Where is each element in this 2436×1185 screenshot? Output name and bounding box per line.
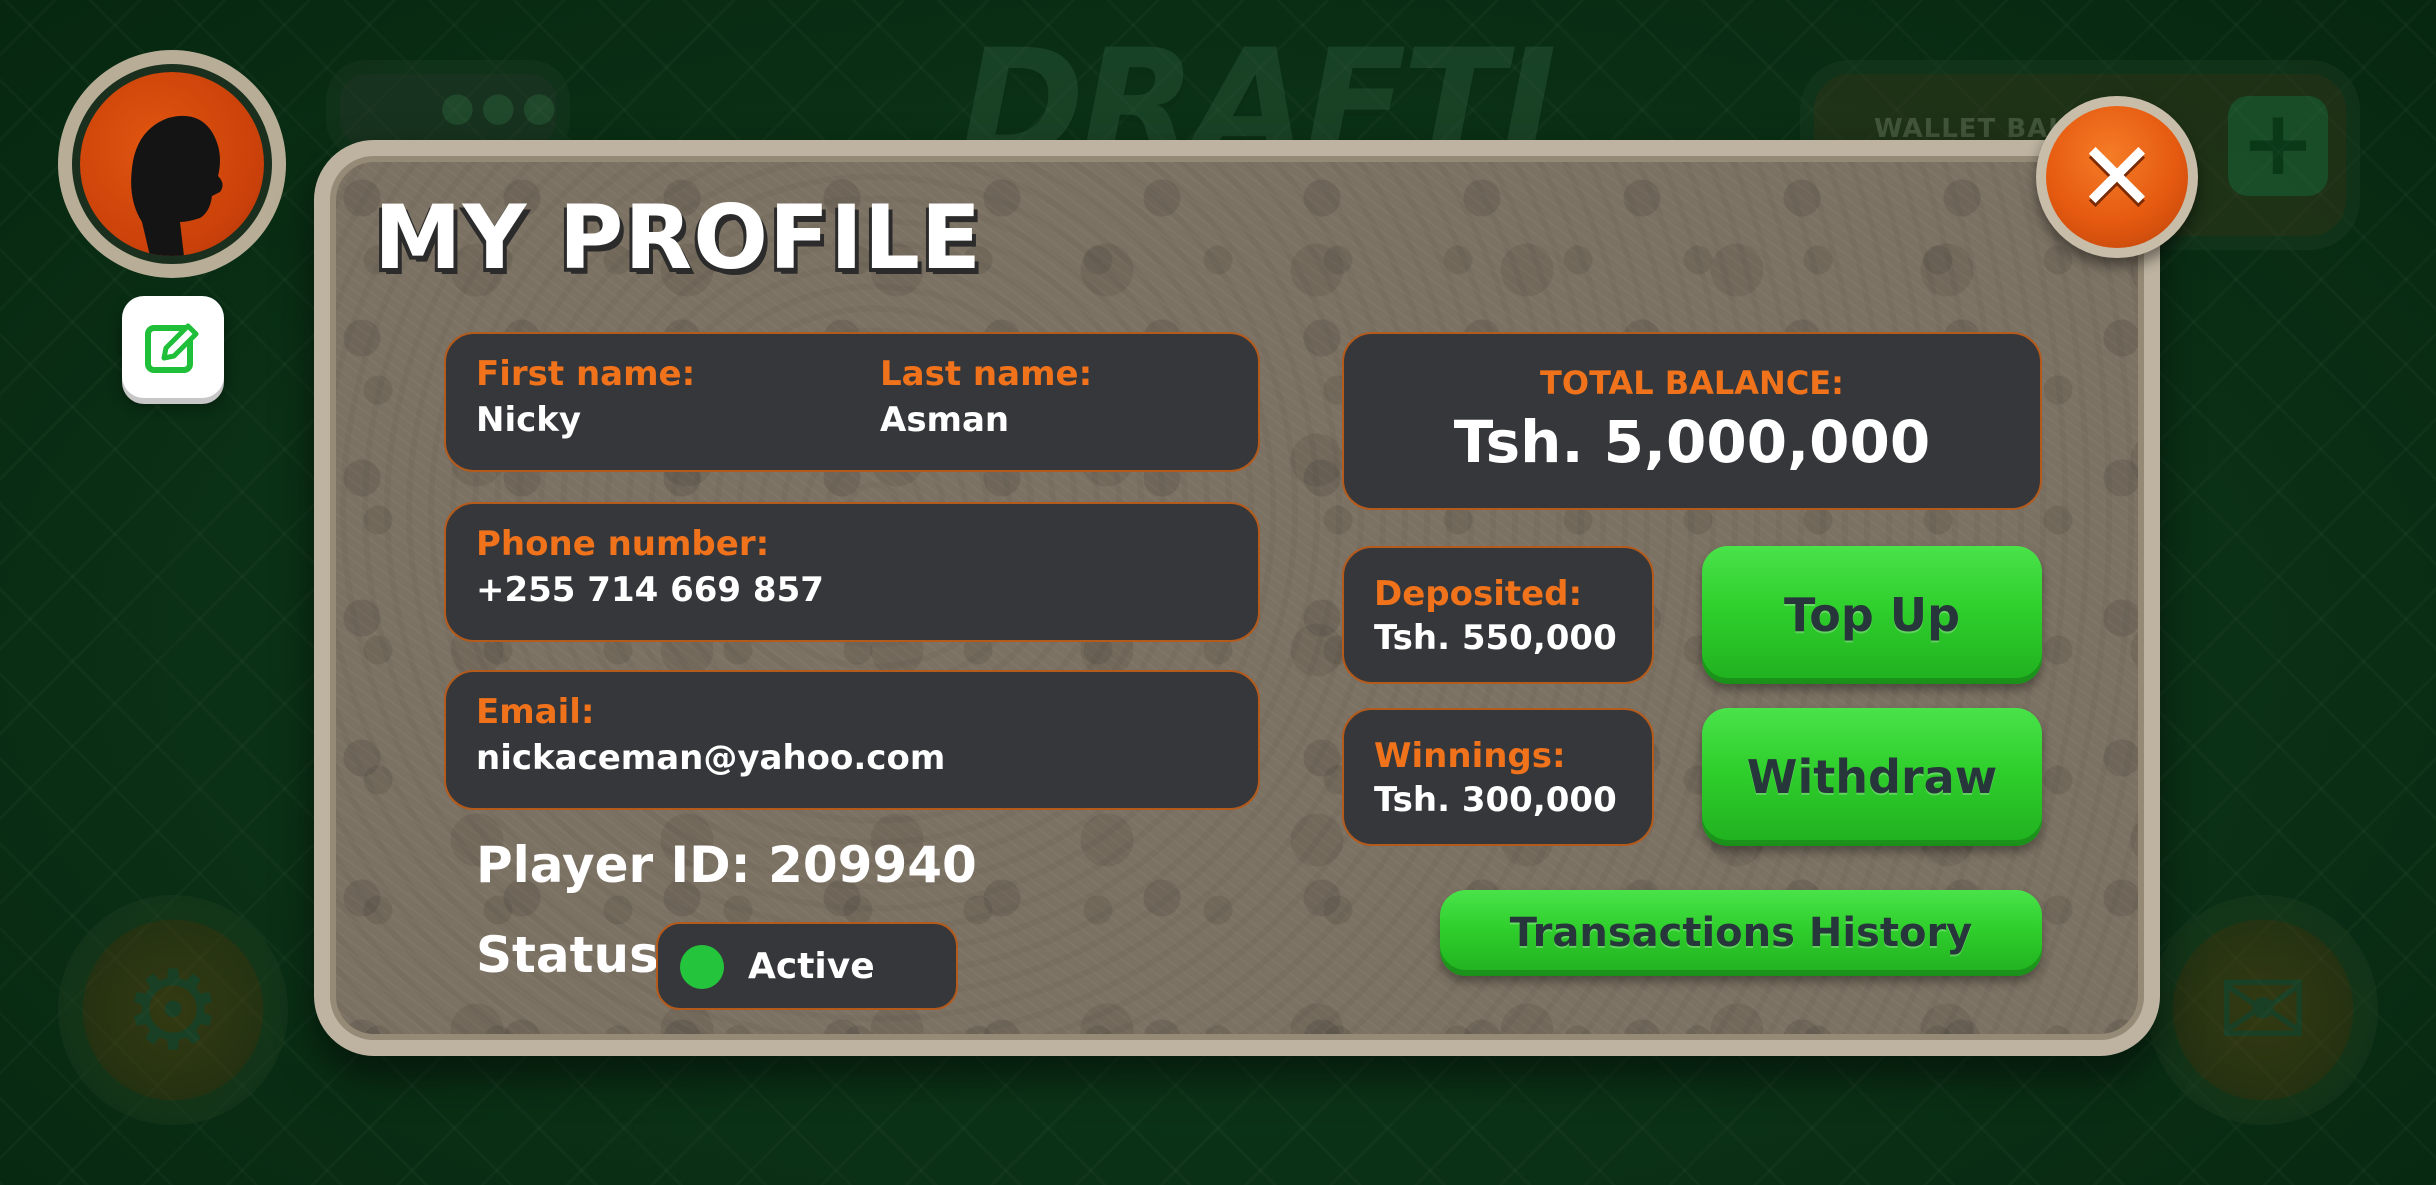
first-name-value: Nicky	[476, 400, 582, 440]
phone-label: Phone number:	[476, 524, 770, 564]
page-title: MY PROFILE	[374, 186, 983, 289]
status-value: Active	[748, 946, 875, 987]
avatar-image	[80, 72, 264, 256]
phone-card: Phone number: +255 714 669 857	[444, 502, 1260, 642]
deposited-value: Tsh. 550,000	[1374, 618, 1617, 658]
mail-button: ✉	[2148, 895, 2378, 1125]
winnings-label: Winnings:	[1374, 736, 1566, 776]
last-name-label: Last name:	[880, 354, 1093, 394]
status-badge: Active	[656, 922, 958, 1010]
edit-icon	[145, 323, 199, 373]
first-name-label: First name:	[476, 354, 696, 394]
email-card: Email: nickaceman@yahoo.com	[444, 670, 1260, 810]
close-icon: ✕	[2046, 106, 2188, 248]
avatar[interactable]	[58, 50, 286, 278]
deposited-card: Deposited: Tsh. 550,000	[1342, 546, 1654, 684]
player-id: Player ID: 209940	[476, 836, 977, 894]
gear-icon: ⚙	[123, 946, 223, 1074]
deposited-label: Deposited:	[1374, 574, 1583, 614]
top-up-button[interactable]: Top Up	[1702, 546, 2042, 684]
settings-button: ⚙	[58, 895, 288, 1125]
player-id-value: 209940	[768, 836, 977, 894]
total-balance-label: TOTAL BALANCE:	[1540, 364, 1844, 402]
status-label: Status:	[476, 926, 679, 984]
last-name-value: Asman	[880, 400, 1010, 440]
name-card: First name: Nicky Last name: Asman	[444, 332, 1260, 472]
email-label: Email:	[476, 692, 595, 732]
winnings-card: Winnings: Tsh. 300,000	[1342, 708, 1654, 846]
wallet-add-button: +	[2228, 96, 2328, 196]
edit-profile-button[interactable]	[122, 296, 224, 398]
player-portrait-icon	[114, 115, 223, 256]
withdraw-button[interactable]: Withdraw	[1702, 708, 2042, 846]
total-balance-value: Tsh. 5,000,000	[1453, 408, 1931, 476]
transactions-history-button[interactable]: Transactions History	[1440, 890, 2042, 976]
status-dot-icon	[680, 945, 724, 989]
mail-icon: ✉	[2216, 946, 2310, 1074]
close-button[interactable]: ✕	[2036, 96, 2198, 258]
email-value: nickaceman@yahoo.com	[476, 738, 946, 778]
total-balance-card: TOTAL BALANCE: Tsh. 5,000,000	[1342, 332, 2042, 510]
phone-value: +255 714 669 857	[476, 570, 824, 610]
winnings-value: Tsh. 300,000	[1374, 780, 1617, 820]
profile-modal: MY PROFILE First name: Nicky Last name: …	[314, 140, 2160, 1056]
player-id-label: Player ID:	[476, 836, 751, 894]
menu-dots-icon: ●●●	[440, 84, 563, 130]
